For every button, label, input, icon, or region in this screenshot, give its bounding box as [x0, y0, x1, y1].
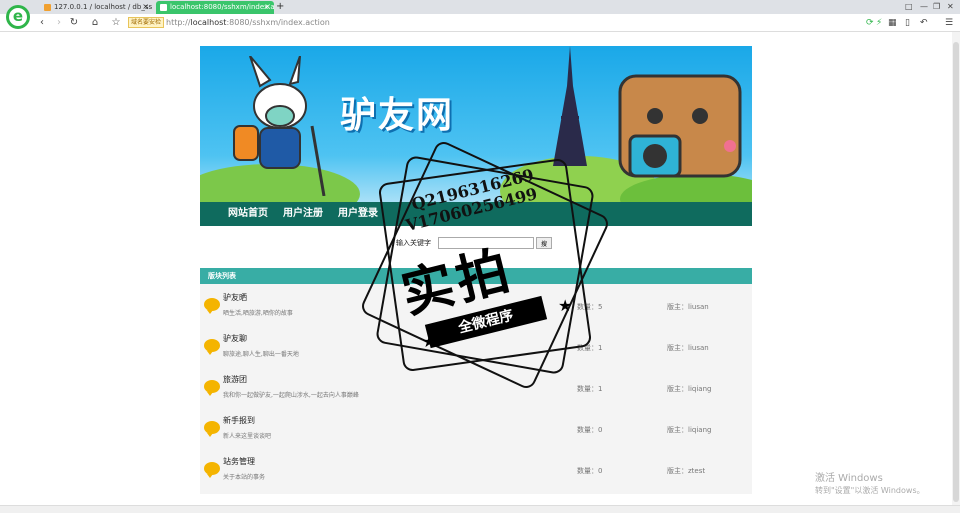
count-value: 0 [598, 426, 603, 434]
admin-value: liqiang [688, 385, 712, 393]
admin-value: liusan [688, 303, 709, 311]
board-admin: 版主：liusan [667, 302, 709, 312]
count-label: 数量： [577, 426, 598, 434]
windows-activation-notice: 激活 Windows 转到"设置"以激活 Windows。 [815, 473, 925, 497]
admin-value: liqiang [688, 426, 712, 434]
chat-bubble-icon [204, 339, 220, 355]
count-label: 数量： [577, 467, 598, 475]
lightning-icon[interactable]: ⚡ [876, 16, 882, 30]
board-name[interactable]: 站务管理 [223, 456, 255, 467]
vertical-scrollbar[interactable] [952, 32, 960, 505]
tab-bar: 127.0.0.1 / localhost / db_ss × localhos… [0, 0, 960, 14]
star-icon: ★ [558, 296, 573, 315]
admin-label: 版主： [667, 467, 688, 475]
admin-label: 版主： [667, 385, 688, 393]
tab-sshxm[interactable]: localhost:8080/sshxm/index.a × [156, 1, 274, 14]
menu-icon[interactable]: ☰ [945, 16, 953, 30]
grid-icon[interactable]: ▦ [888, 16, 897, 30]
browser-toolbar: ‹ › ↻ ⌂ ☆ 域名要安检 http://localhost:8080/ss… [0, 14, 960, 32]
tab-phpmyadmin[interactable]: 127.0.0.1 / localhost / db_ss × [40, 1, 152, 14]
board-desc: 晒生活,晒旅游,晒你的故事 [223, 310, 293, 317]
admin-label: 版主： [667, 426, 688, 434]
board-name[interactable]: 驴友聊 [223, 333, 247, 344]
admin-label: 版主： [667, 303, 688, 311]
count-value: 0 [598, 467, 603, 475]
new-tab-button[interactable]: + [276, 0, 284, 13]
watermark-stamp: Q2196316269 V17060256499 实拍 全微程序 ★ ★ [358, 138, 612, 392]
admin-label: 版主： [667, 344, 688, 352]
list-item[interactable]: 新手报到 新人来这里谈谈吧 数量：0 版主：liqiang [200, 407, 752, 448]
chat-bubble-icon [204, 298, 220, 314]
maximize-button[interactable]: ❐ [933, 1, 940, 13]
board-desc: 关于本站的事务 [223, 474, 266, 481]
address-bar[interactable]: http://localhost:8080/sshxm/index.action [166, 16, 330, 30]
url-path: :8080/sshxm/index.action [226, 18, 330, 27]
minimize-button[interactable]: — [920, 1, 928, 13]
tab-title: 127.0.0.1 / localhost / db_ss [54, 3, 152, 11]
close-window-button[interactable]: ✕ [947, 1, 954, 13]
scrollbar-thumb[interactable] [953, 42, 959, 502]
board-desc: 我和你一起做驴友,一起爬山涉水,一起去向人事巅峰 [223, 392, 359, 399]
url-host: localhost [190, 18, 227, 27]
board-count: 数量：0 [577, 466, 602, 476]
security-badge[interactable]: 域名要安检 [128, 17, 165, 28]
activation-title: 激活 Windows [815, 473, 883, 484]
undo-icon[interactable]: ↶ [920, 16, 928, 30]
board-count: 数量：0 [577, 425, 602, 435]
extension-icon[interactable]: ⟳ [866, 16, 874, 30]
reload-icon[interactable]: ↻ [67, 16, 81, 30]
board-admin: 版主：liqiang [667, 425, 711, 435]
nav-register[interactable]: 用户注册 [283, 202, 323, 226]
url-prefix: http:// [166, 18, 191, 27]
admin-value: ztest [688, 467, 706, 475]
browser-logo-icon: e [6, 5, 30, 29]
nav-home[interactable]: 网站首页 [228, 202, 268, 226]
admin-value: liusan [688, 344, 709, 352]
list-item[interactable]: 站务管理 关于本站的事务 数量：0 版主：ztest [200, 448, 752, 489]
browser-status-bar [0, 505, 960, 513]
restore-icon[interactable]: □ [905, 1, 913, 13]
board-admin: 版主：liusan [667, 343, 709, 353]
phpmyadmin-favicon-icon [44, 4, 51, 11]
tab-title: localhost:8080/sshxm/index.a [170, 3, 274, 11]
suitcase-mascot-icon [618, 74, 742, 178]
activation-subtitle: 转到"设置"以激活 Windows。 [815, 486, 925, 495]
home-icon[interactable]: ⌂ [88, 16, 102, 30]
donkey-mascot-icon [233, 56, 326, 196]
close-tab-icon[interactable]: × [142, 1, 149, 13]
bookmark-star-icon[interactable]: ☆ [109, 16, 123, 30]
board-name[interactable]: 旅游团 [223, 374, 247, 385]
page-icon[interactable]: ▯ [905, 16, 910, 30]
page-favicon-icon [160, 4, 167, 11]
board-desc: 新人来这里谈谈吧 [223, 433, 272, 440]
board-admin: 版主：liqiang [667, 384, 711, 394]
chat-bubble-icon [204, 380, 220, 396]
star-icon: ★ [422, 332, 437, 351]
board-desc: 聊旅途,聊人生,聊出一番天地 [223, 351, 299, 358]
chat-bubble-icon [204, 462, 220, 478]
back-icon[interactable]: ‹ [35, 16, 49, 30]
forward-icon[interactable]: › [52, 16, 66, 30]
banner-title: 驴友网 [340, 95, 455, 136]
close-tab-icon[interactable]: × [264, 1, 271, 13]
board-admin: 版主：ztest [667, 466, 705, 476]
chat-bubble-icon [204, 421, 220, 437]
board-name[interactable]: 驴友晒 [223, 292, 247, 303]
board-name[interactable]: 新手报到 [223, 415, 255, 426]
